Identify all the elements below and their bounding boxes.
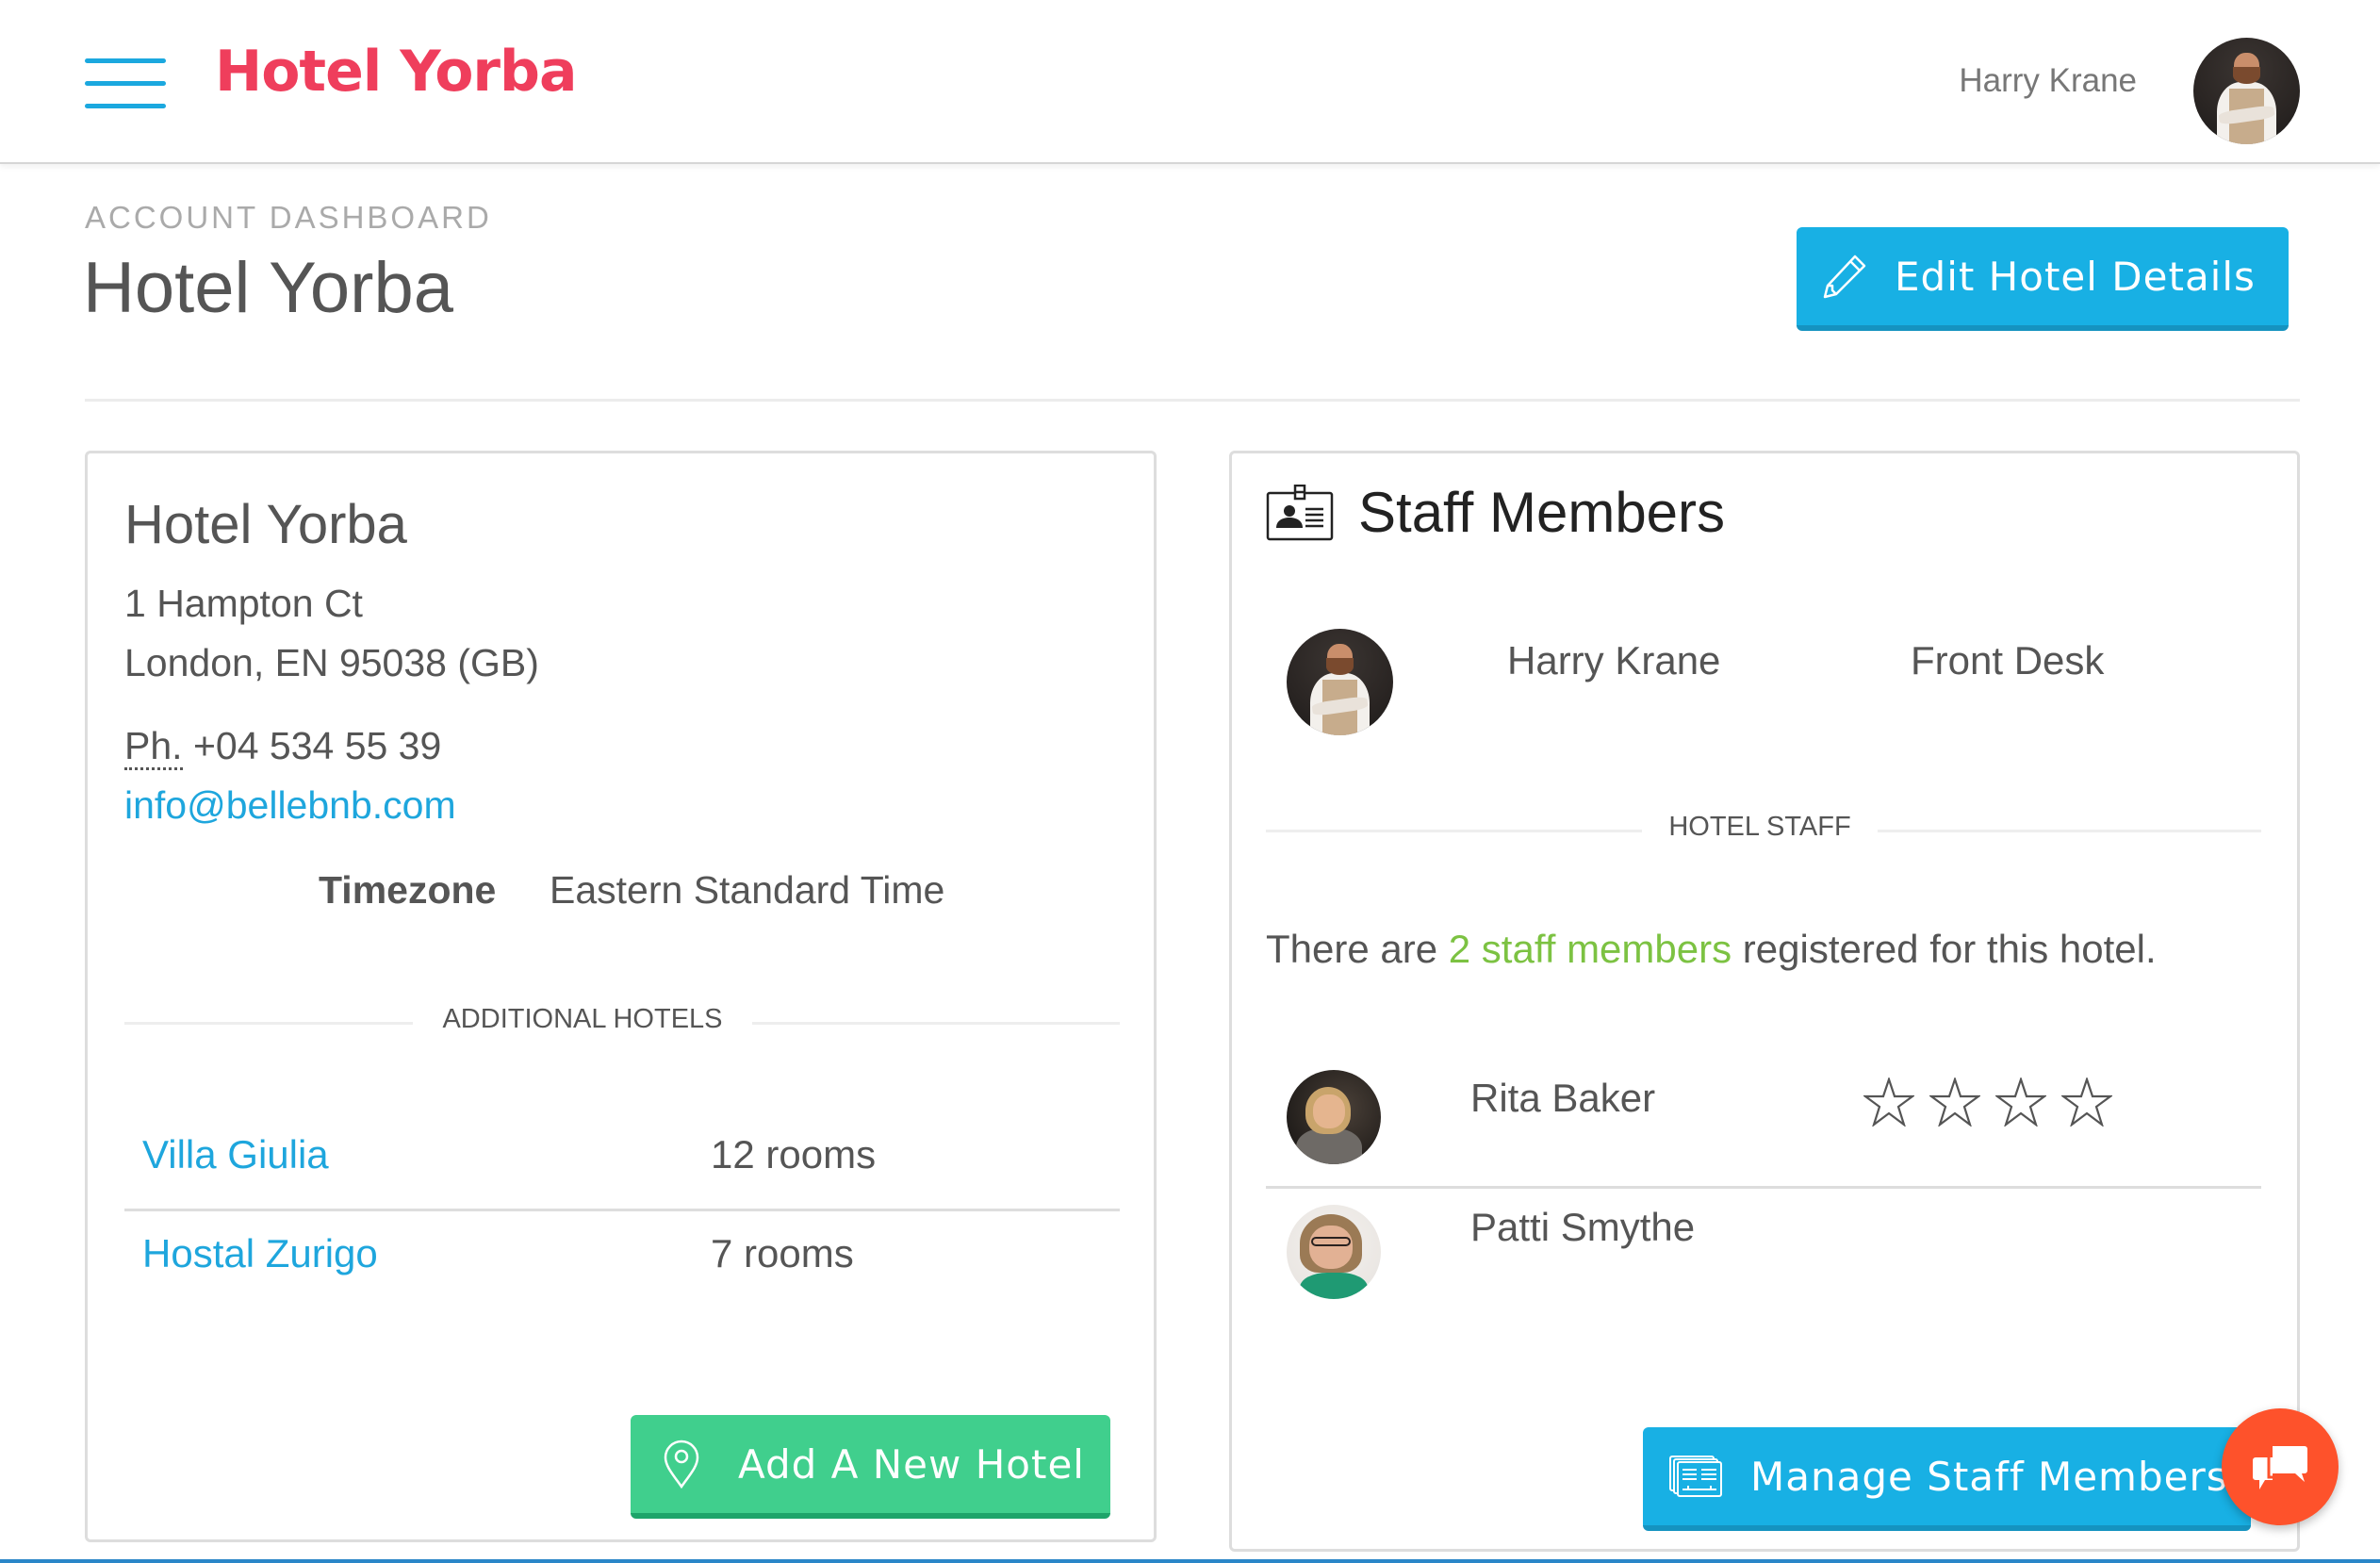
hotel-name: Hotel Yorba <box>124 494 407 555</box>
hotel-rooms: 12 rooms <box>711 1132 877 1176</box>
staff-count-link[interactable]: 2 staff members <box>1449 927 1732 971</box>
staff-avatar[interactable] <box>1287 1205 1381 1299</box>
staff-count-prefix: There are <box>1266 927 1449 971</box>
staff-name[interactable]: Rita Baker <box>1470 1076 1655 1121</box>
logo[interactable]: Hotel Yorba <box>215 43 577 100</box>
phone-line: Ph. +04 534 55 39 <box>124 724 442 770</box>
staff-list-icon <box>1669 1456 1722 1497</box>
staff-count-text: There are 2 staff members registered for… <box>1266 927 2157 972</box>
email-link[interactable]: info@bellebnb.com <box>124 783 456 828</box>
bottom-accent-line <box>0 1559 2380 1563</box>
timezone-value: Eastern Standard Time <box>550 868 945 912</box>
pencil-icon <box>1823 255 1866 299</box>
row-separator <box>124 1209 1120 1211</box>
address-line-2: London, EN 95038 (GB) <box>124 641 539 684</box>
manager-row: Harry Krane Front Desk <box>1266 629 2261 742</box>
page-title: Hotel Yorba <box>83 248 453 328</box>
hotel-staff-label: HOTEL STAFF <box>1642 812 1878 843</box>
user-avatar[interactable] <box>2193 38 2300 144</box>
manager-name[interactable]: Harry Krane <box>1507 638 1720 683</box>
staff-members-card: Staff Members Harry Krane Front Desk HOT… <box>1229 451 2300 1552</box>
row-separator <box>1266 1186 2261 1189</box>
edit-hotel-details-label: Edit Hotel Details <box>1895 253 2256 300</box>
id-badge-icon <box>1266 484 1334 540</box>
edit-hotel-details-button[interactable]: Edit Hotel Details <box>1797 227 2289 331</box>
staff-avatar[interactable] <box>1287 1070 1381 1164</box>
chat-bubbles-icon <box>2253 1446 2307 1489</box>
star-icon[interactable] <box>2061 1078 2112 1127</box>
hamburger-menu-icon[interactable] <box>85 55 166 111</box>
breadcrumb-eyebrow: ACCOUNT DASHBOARD <box>85 200 492 235</box>
manage-staff-members-label: Manage Staff Members <box>1750 1453 2228 1500</box>
manage-staff-members-button[interactable]: Manage Staff Members <box>1643 1427 2251 1531</box>
hotel-list-item: Villa Giulia 12 rooms <box>124 1132 1120 1226</box>
map-pin-icon <box>664 1440 699 1489</box>
phone-abbr: Ph. <box>124 724 183 770</box>
phone-number: +04 534 55 39 <box>192 724 442 767</box>
timezone-label: Timezone <box>319 868 497 912</box>
chat-button[interactable] <box>2222 1408 2339 1525</box>
hotel-details-card: Hotel Yorba 1 Hampton Ct London, EN 9503… <box>85 451 1157 1542</box>
staff-count-suffix: registered for this hotel. <box>1732 927 2157 971</box>
star-icon[interactable] <box>1929 1078 1980 1127</box>
header-user-name[interactable]: Harry Krane <box>1959 62 2137 100</box>
hotel-list-item: Hostal Zurigo 7 rooms <box>124 1231 1120 1325</box>
add-new-hotel-button[interactable]: Add A New Hotel <box>631 1415 1110 1519</box>
header-divider <box>85 399 2300 402</box>
staff-list-item: Patti Smythe <box>1266 1205 2261 1308</box>
star-icon[interactable] <box>1995 1078 2046 1127</box>
star-icon[interactable] <box>1863 1078 1914 1127</box>
add-new-hotel-label: Add A New Hotel <box>738 1440 1085 1488</box>
manager-role: Front Desk <box>1911 638 2105 683</box>
star-rating <box>1863 1078 2112 1127</box>
staff-name[interactable]: Patti Smythe <box>1470 1205 1695 1250</box>
additional-hotels-label: ADDITIONAL HOTELS <box>413 1004 752 1035</box>
top-navbar: Hotel Yorba Harry Krane <box>0 0 2380 164</box>
staff-list-item: Rita Baker <box>1266 1070 2261 1174</box>
staff-avatar[interactable] <box>1287 629 1393 735</box>
address-line-1: 1 Hampton Ct <box>124 582 363 625</box>
hotel-link[interactable]: Hostal Zurigo <box>142 1231 378 1276</box>
staff-card-title: Staff Members <box>1358 481 1726 544</box>
staff-card-header: Staff Members <box>1266 480 1725 545</box>
hotel-link[interactable]: Villa Giulia <box>142 1132 329 1177</box>
hotel-rooms: 7 rooms <box>711 1231 854 1275</box>
